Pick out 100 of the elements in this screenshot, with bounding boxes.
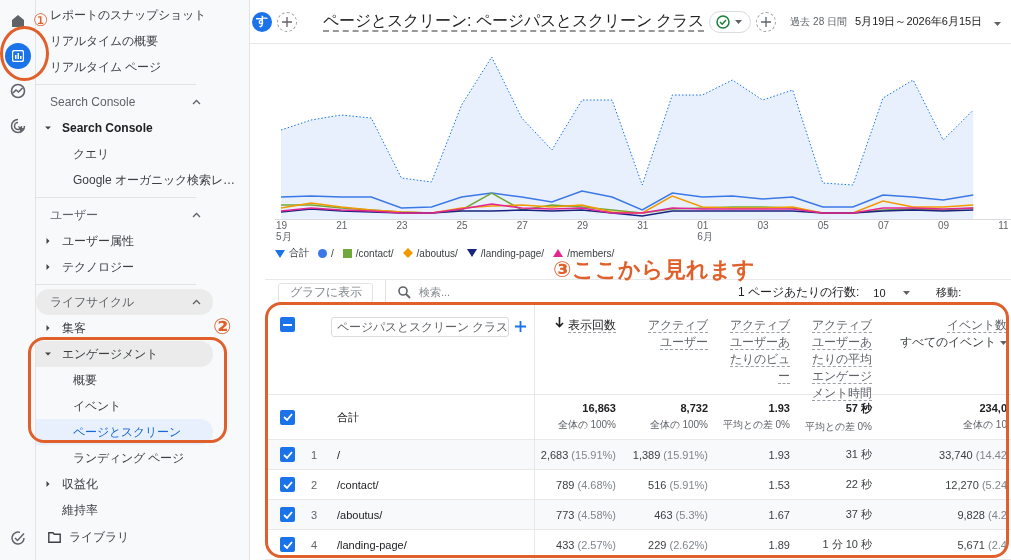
nav-item[interactable]: ランディング ページ — [36, 445, 213, 471]
caret-icon[interactable] — [994, 21, 1002, 26]
nav-label[interactable]: ライブラリ — [69, 528, 129, 546]
nav-item[interactable]: リアルタイム ページ — [50, 54, 162, 80]
dimension-dropdown[interactable]: ページパスとスクリーン クラス — [331, 317, 509, 337]
legend-label: /landing-page/ — [480, 247, 545, 259]
row-number: 1 — [311, 448, 318, 461]
legend-label: 合計 — [289, 246, 309, 260]
table-cell: 1.89 — [768, 538, 790, 551]
total-value: 57 秒 — [845, 400, 872, 416]
section-title: Search Console — [50, 95, 136, 109]
table-cell: 1.67 — [768, 508, 790, 521]
nav-item[interactable]: ページとスクリーン — [36, 419, 213, 445]
nav-label: テクノロジー — [62, 258, 134, 276]
section-title: ユーザー — [50, 206, 98, 224]
caret-right-icon — [44, 263, 52, 271]
total-share: 平均との差 0% — [804, 419, 872, 434]
total-share: 平均との差 0% — [722, 418, 790, 432]
rows-per-page-label: 1 ページあたりの行数: — [738, 284, 860, 301]
table-cell-text: /landing-page/ — [336, 538, 407, 551]
callout-label: ③ここから見れます — [553, 259, 755, 281]
avatar[interactable]: す — [252, 11, 272, 32]
trend-circle-icon — [9, 83, 26, 99]
axis-label: 31 — [637, 220, 650, 231]
checkbox[interactable] — [280, 447, 295, 462]
axis-label: 6月 — [697, 231, 714, 242]
date-range[interactable]: 5月19日～2026年6月15日 — [855, 14, 983, 29]
axis-label: 07 — [877, 220, 890, 231]
row-number: 4 — [311, 538, 318, 551]
column-header[interactable]: アクティブユーザーあたりのビュー — [730, 317, 790, 385]
caret-icon — [735, 19, 743, 24]
search-field[interactable]: 検索... — [419, 285, 451, 300]
checkbox[interactable] — [280, 477, 295, 492]
nav-group[interactable]: エンゲージメント — [36, 341, 213, 367]
metric-selector[interactable]: すべてのイベント — [900, 334, 996, 351]
nav-item[interactable]: リアルタイムの概要 — [50, 28, 158, 54]
chevron-up-icon[interactable] — [192, 212, 201, 218]
target-cursor-icon — [9, 118, 26, 134]
table-cell: 5,671 (2.4 — [957, 538, 1007, 551]
check-icon — [282, 540, 293, 549]
table-cell: 37 秒 — [845, 507, 872, 522]
axis-label: 11 — [998, 220, 1010, 231]
caret-down-icon — [44, 350, 52, 358]
chevron-up-icon[interactable] — [192, 299, 201, 305]
nav-item[interactable]: 維持率 — [36, 497, 213, 523]
checkbox[interactable] — [280, 409, 295, 425]
checkbox[interactable] — [280, 507, 295, 522]
search-icon[interactable] — [398, 286, 411, 299]
total-value: 234,0 — [979, 402, 1007, 414]
caret-icon[interactable] — [903, 290, 911, 295]
callout-label: ① — [33, 12, 49, 29]
rows-per-page-value[interactable]: 10 — [873, 286, 904, 299]
check-icon — [282, 480, 293, 489]
nav-group[interactable]: 集客 — [36, 315, 213, 341]
section-header[interactable]: ユーザー — [36, 202, 213, 228]
nav-item[interactable]: クエリ — [36, 141, 213, 167]
nav-group[interactable]: Search Console — [36, 115, 213, 141]
nav-item[interactable]: Google オーガニック検索レ… — [36, 167, 236, 193]
table-cell: 516 (5.91%) — [648, 478, 708, 491]
axis-label: 09 — [938, 220, 951, 231]
table-cell: 1,389 (15.91%) — [632, 448, 708, 461]
total-value: 1.93 — [768, 402, 790, 414]
check-icon — [282, 450, 293, 459]
caret-icon[interactable] — [1000, 340, 1007, 345]
total-value: 16,863 — [582, 402, 616, 414]
nav-item[interactable]: レポートのスナップショット — [50, 2, 206, 28]
check-circle-icon — [9, 530, 26, 546]
nav-label: 集客 — [62, 319, 86, 337]
report-title[interactable]: ページとスクリーン: ページパスとスクリーン クラス — [323, 11, 705, 32]
rail-button[interactable] — [4, 43, 31, 69]
check-icon — [282, 413, 293, 421]
check-icon — [282, 510, 293, 519]
home-icon — [10, 14, 25, 28]
axis-label: 25 — [456, 220, 469, 231]
nav-group[interactable]: テクノロジー — [36, 254, 213, 280]
nav-group[interactable]: 収益化 — [36, 471, 213, 497]
column-header[interactable]: アクティブユーザー — [648, 317, 708, 351]
nav-item[interactable]: 概要 — [36, 367, 213, 393]
chevron-up-icon[interactable] — [192, 99, 201, 105]
table-cell-text: / — [336, 448, 341, 461]
sort-arrow-icon[interactable] — [555, 317, 564, 328]
bar-chart-icon — [11, 50, 24, 62]
table-cell: 9,828 (4.2 — [957, 508, 1007, 521]
table-cell: 22 秒 — [845, 477, 872, 492]
column-header[interactable]: 表示回数 — [568, 317, 616, 334]
section-header[interactable]: ライフサイクル — [36, 289, 213, 315]
axis-label: 05 — [817, 220, 830, 231]
checkbox[interactable] — [280, 317, 295, 332]
nav-group[interactable]: ユーザー属性 — [36, 228, 213, 254]
legend-label: /aboutus/ — [416, 247, 458, 259]
column-header[interactable]: イベント数 — [947, 317, 1007, 334]
nav-label: Search Console — [62, 121, 153, 135]
add-icon[interactable] — [515, 321, 526, 332]
section-header[interactable]: Search Console — [36, 89, 213, 115]
column-header[interactable]: アクティブユーザーあたりの平均エンゲージメント時間 — [812, 317, 872, 402]
axis-label: 01 — [697, 220, 710, 231]
checkbox[interactable] — [280, 537, 295, 552]
goto-label: 移動: — [936, 285, 962, 300]
nav-item[interactable]: イベント — [36, 393, 213, 419]
axis-label: 23 — [396, 220, 409, 231]
